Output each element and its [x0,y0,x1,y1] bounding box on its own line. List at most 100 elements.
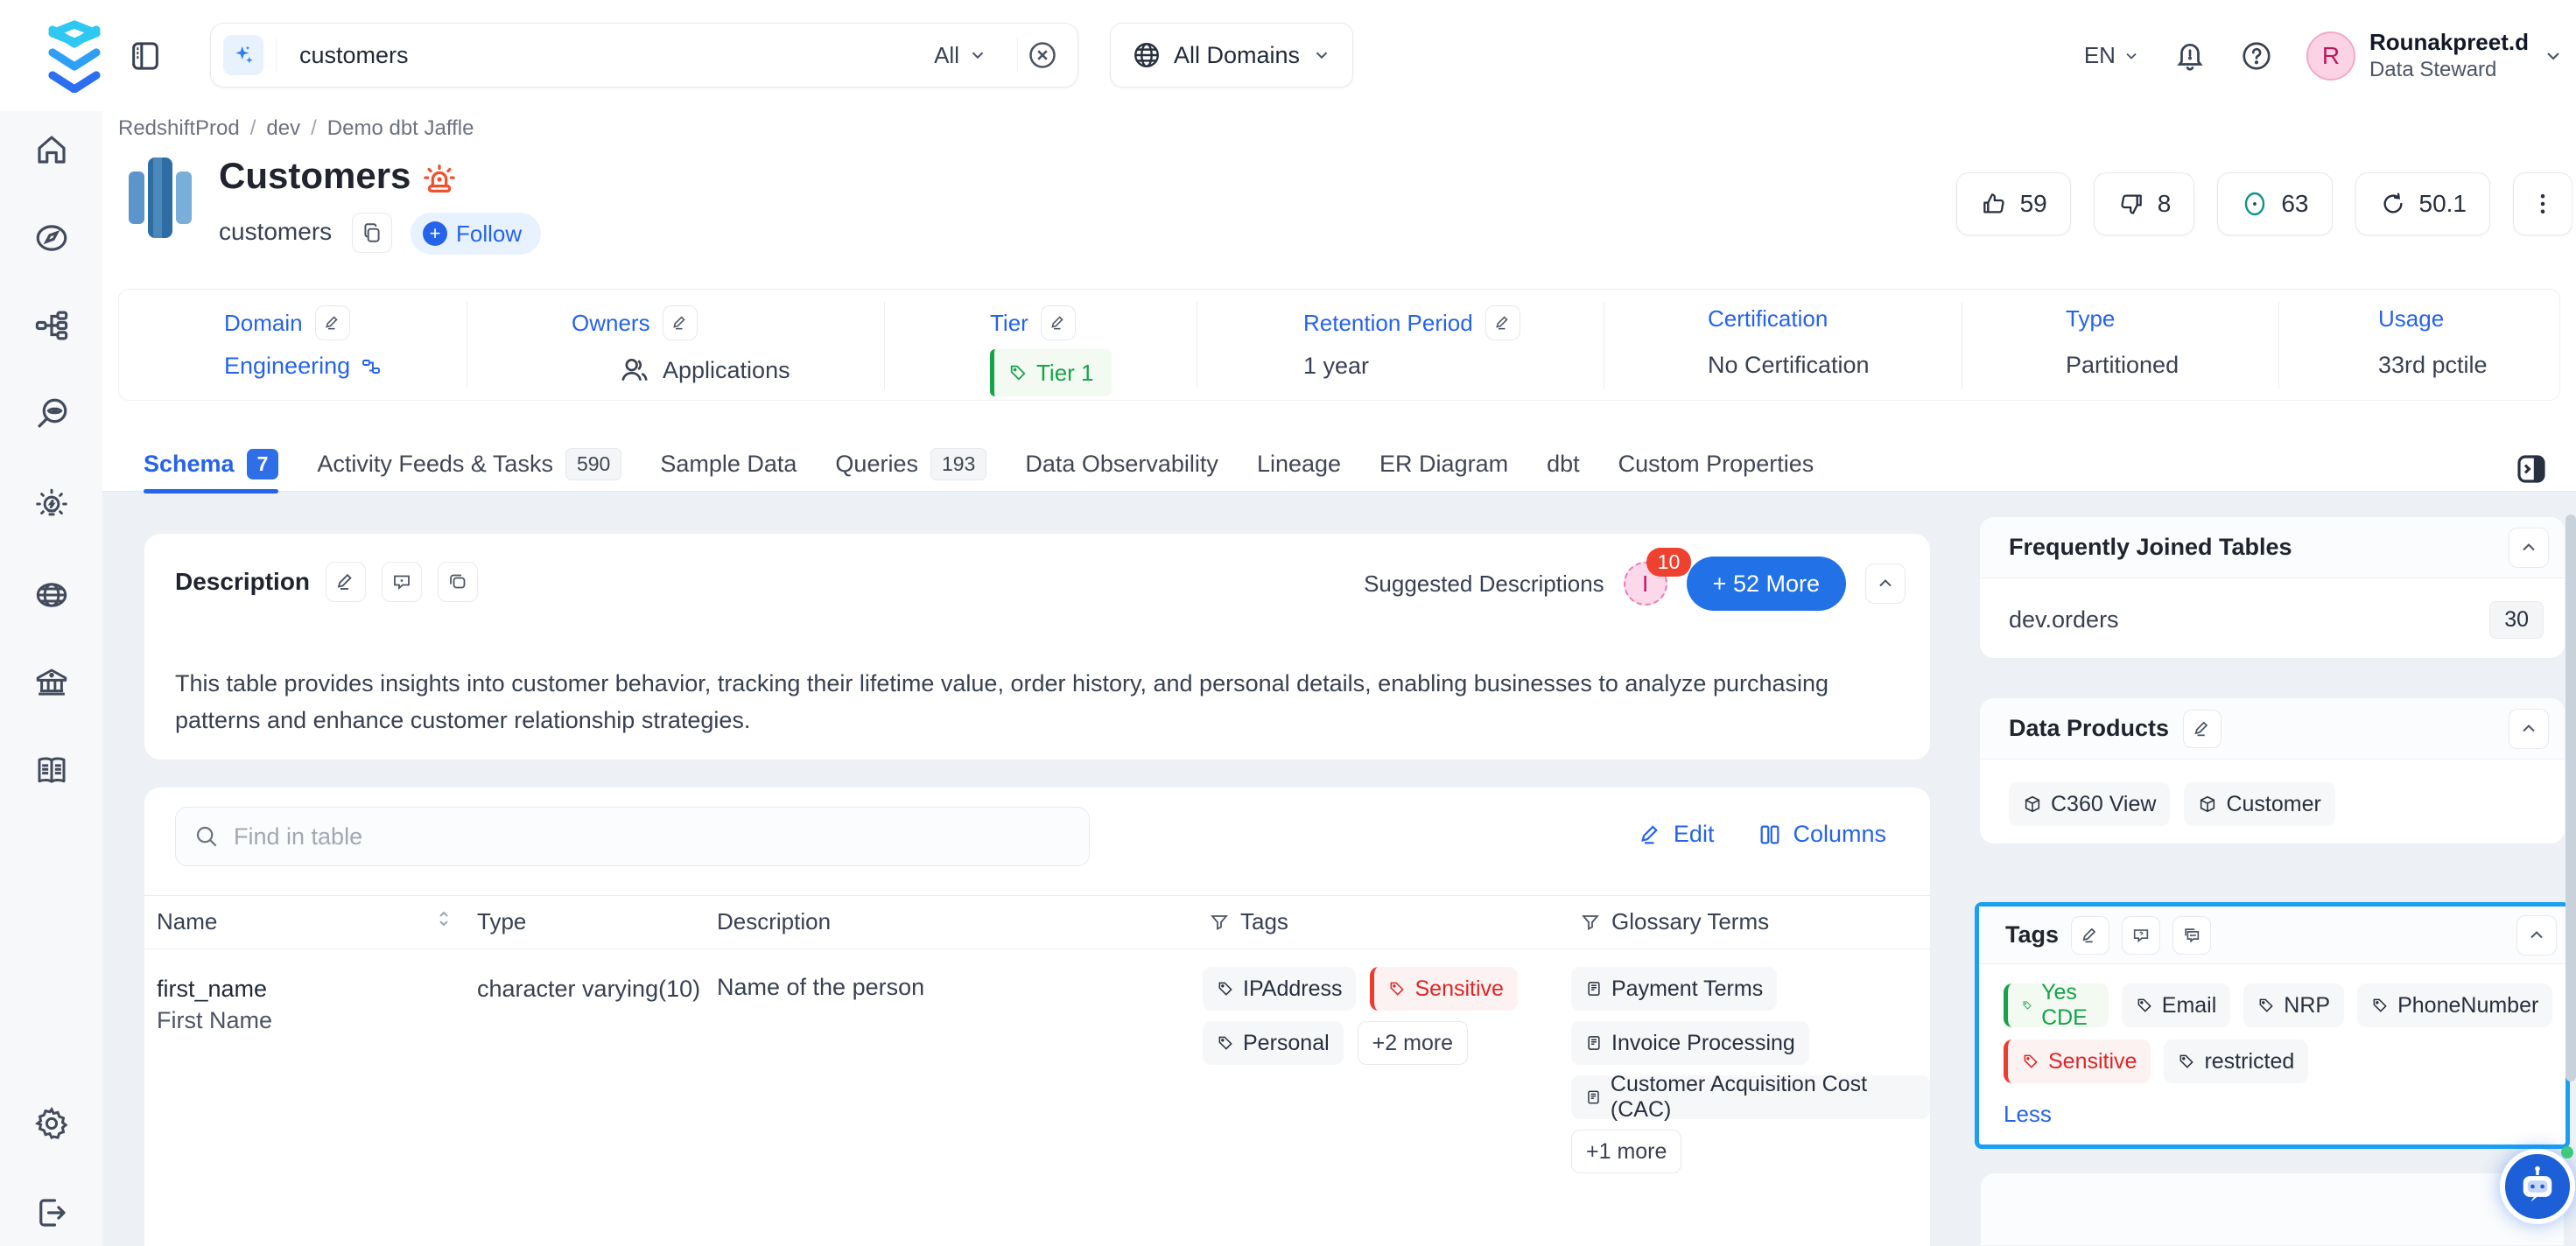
tag-chip[interactable]: Yes CDE [2004,984,2109,1027]
tab-lineage[interactable]: Lineage [1257,442,1341,492]
edit-owners-button[interactable] [663,305,698,340]
governance-bank-icon[interactable] [33,664,70,701]
clear-search-icon[interactable] [1027,39,1058,71]
edit-domain-button[interactable] [315,305,350,340]
alert-siren-icon[interactable] [419,159,460,200]
collapse-tags-button[interactable] [2516,915,2557,956]
edit-data-products-button[interactable] [2183,710,2222,748]
freshness-button[interactable]: 50.1 [2355,172,2491,235]
tab-activity-feeds[interactable]: Activity Feeds & Tasks 590 [317,442,621,492]
tab-sample-data[interactable]: Sample Data [660,442,797,492]
columns-button[interactable]: Columns [1758,821,1886,848]
find-in-table-input[interactable] [234,823,1071,850]
joined-table-name[interactable]: dev.orders [2009,606,2119,634]
tab-queries[interactable]: Queries 193 [835,442,986,492]
tags-comment-button[interactable] [2122,916,2160,955]
edit-tier-button[interactable] [1041,305,1076,340]
tab-er-diagram[interactable]: ER Diagram [1379,442,1508,492]
insights-bulb-icon[interactable] [33,486,70,522]
edit-columns-button[interactable]: Edit [1639,821,1715,848]
collapse-data-products-button[interactable] [2509,709,2549,749]
edit-tags-button[interactable] [2071,916,2109,955]
column-name[interactable]: first_name [157,976,267,1003]
sort-icon[interactable] [433,908,454,929]
data-product-chip[interactable]: Customer [2184,782,2334,826]
home-icon[interactable] [33,131,70,168]
logout-icon[interactable] [33,1194,70,1231]
more-tags-chip[interactable]: +2 more [1358,1021,1468,1065]
joined-table-row[interactable]: dev.orders 30 [1980,578,2565,639]
glossary-book-icon[interactable] [33,752,70,789]
tag-chip[interactable]: Sensitive [2004,1040,2151,1083]
tab-data-observability[interactable]: Data Observability [1025,442,1218,492]
breadcrumb-connection[interactable]: RedshiftProd [118,116,240,141]
tag-chip[interactable]: Personal [1203,1021,1344,1065]
owners-value[interactable]: Applications [663,357,790,384]
breadcrumb-schema[interactable]: dev [266,116,300,141]
edit-retention-button[interactable] [1485,305,1520,340]
follow-button[interactable]: + Follow [411,213,541,255]
language-dropdown[interactable]: EN [2084,42,2140,69]
lineage-graph-icon[interactable] [33,307,70,344]
tags-discussion-button[interactable] [2172,916,2211,955]
more-suggestions-button[interactable]: + 52 More [1687,556,1846,611]
data-products-title: Data Products [2009,715,2169,742]
glossary-term-chip[interactable]: Customer Acquisition Cost (CAC) [1571,1075,1930,1119]
health-score-button[interactable]: 63 [2217,172,2332,235]
atlan-logo-icon[interactable] [46,19,103,93]
side-panel-toggle-icon[interactable] [2513,451,2550,487]
downvotes-button[interactable]: 8 [2094,172,2195,235]
collapse-description-button[interactable] [1865,564,1906,604]
copy-name-button[interactable] [352,213,392,253]
tag-chip[interactable]: Sensitive [1370,967,1517,1011]
tab-dbt[interactable]: dbt [1547,442,1580,492]
global-search-bar[interactable]: All [210,23,1078,88]
glossary-term-chip[interactable]: Invoice Processing [1571,1021,1809,1065]
show-less-link[interactable]: Less [2004,1101,2052,1128]
breadcrumb: RedshiftProd / dev / Demo dbt Jaffle [118,116,474,141]
find-in-table[interactable] [175,807,1090,866]
discover-compass-icon[interactable] [33,220,70,256]
notifications-bell-icon[interactable] [2173,39,2207,73]
global-search-input[interactable] [299,42,934,69]
collapse-joined-button[interactable] [2509,528,2549,568]
tag-chip[interactable]: Email [2122,984,2231,1027]
domains-globe-icon[interactable] [33,577,70,613]
help-icon[interactable] [2240,39,2273,73]
header-tags[interactable]: Tags [1209,908,1288,935]
breadcrumb-database[interactable]: Demo dbt Jaffle [327,116,474,141]
data-product-chip[interactable]: C360 View [2009,782,2170,826]
sidebar-toggle-icon[interactable] [128,38,163,74]
suggestion-avatar[interactable]: I 10 [1624,562,1667,606]
user-avatar[interactable]: R [2306,32,2355,80]
tag-chip[interactable]: restricted [2164,1040,2308,1083]
observability-search-icon[interactable] [33,396,70,432]
glossary-term-chip[interactable]: Payment Terms [1571,967,1777,1011]
settings-gear-icon[interactable] [33,1105,70,1142]
header-type[interactable]: Type [477,908,526,935]
tab-schema[interactable]: Schema 7 [144,442,278,492]
header-glossary-terms[interactable]: Glossary Terms [1580,908,1769,935]
tag-label: Personal [1243,1031,1330,1056]
vertical-scrollbar[interactable] [2565,514,2576,1082]
tab-label: Custom Properties [1618,451,1814,478]
more-actions-button[interactable] [2513,172,2572,235]
tag-chip[interactable]: IPAddress [1203,967,1356,1011]
domain-value[interactable]: Engineering [224,353,350,380]
tag-chip[interactable]: PhoneNumber [2357,984,2552,1027]
tab-custom-properties[interactable]: Custom Properties [1618,442,1814,492]
upvotes-button[interactable]: 59 [1956,172,2071,235]
search-scope-dropdown[interactable]: All [934,42,987,69]
edit-description-button[interactable] [326,562,366,602]
tag-chip[interactable]: NRP [2243,984,2344,1027]
user-menu[interactable]: R Rounakpreet.d Data Steward [2306,28,2564,83]
comment-button[interactable] [382,562,422,602]
header-name[interactable]: Name [157,908,217,935]
ai-sparkle-icon[interactable] [223,35,263,75]
more-glossary-chip[interactable]: +1 more [1571,1130,1681,1173]
copy-description-button[interactable] [438,562,478,602]
all-domains-button[interactable]: All Domains [1110,23,1353,88]
header-description[interactable]: Description [717,908,831,935]
tier-chip[interactable]: Tier 1 [990,349,1112,396]
chatbot-button[interactable] [2500,1149,2575,1224]
